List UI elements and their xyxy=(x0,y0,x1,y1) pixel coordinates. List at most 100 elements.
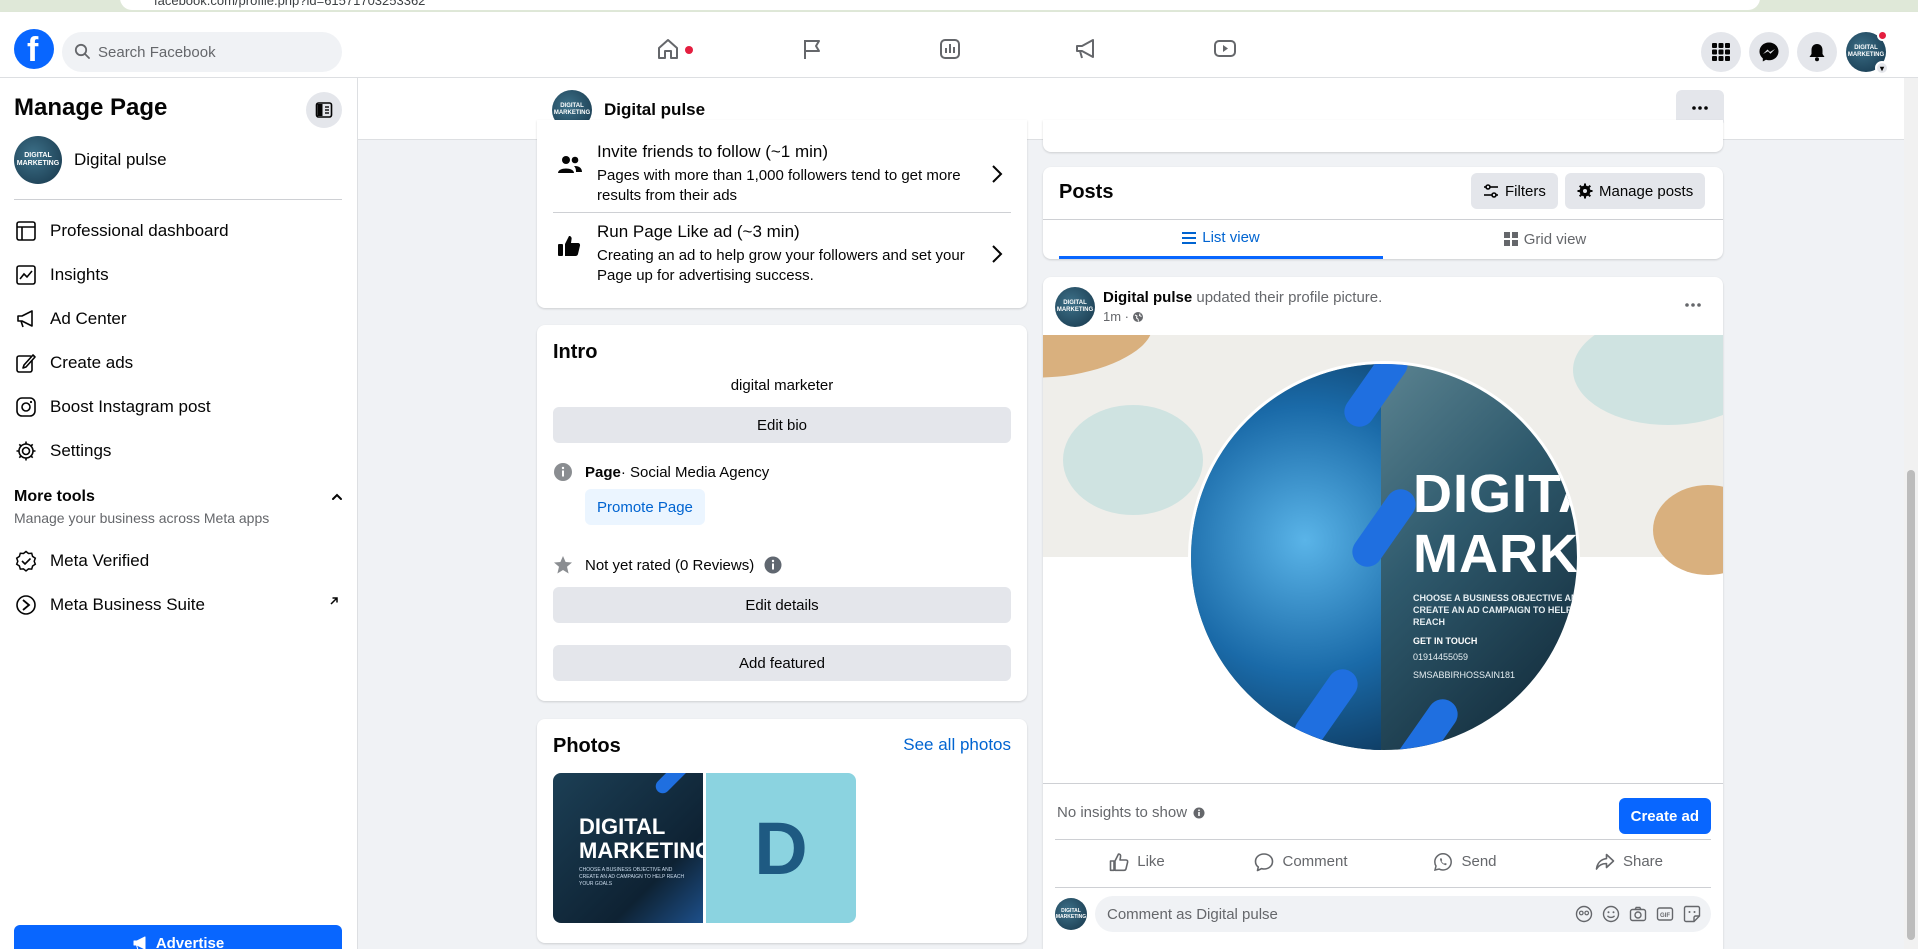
notifications-button[interactable] xyxy=(1797,32,1837,72)
task-run-page-like-ad[interactable]: Run Page Like ad (~3 min) Creating an ad… xyxy=(553,220,1011,298)
menu-button[interactable] xyxy=(1701,32,1741,72)
scrollbar-thumb[interactable] xyxy=(1907,470,1915,940)
gear-icon xyxy=(1577,183,1593,199)
like-button[interactable]: Like xyxy=(1055,840,1219,883)
photos-card: Photos See all photos DIGITAL MARKETING C… xyxy=(537,719,1027,943)
share-button[interactable]: Share xyxy=(1547,840,1711,883)
comment-input[interactable] xyxy=(1107,896,1547,932)
post-image[interactable]: DIGITALMARKE CHOOSE A BUSINESS OBJECTIVE… xyxy=(1043,335,1723,781)
info-icon[interactable] xyxy=(764,556,782,574)
image-get-in-touch: GET IN TOUCH xyxy=(1413,636,1478,646)
current-page-switcher[interactable]: DIGITAL MARKETING Digital pulse xyxy=(14,136,344,186)
post-author-avatar[interactable]: DIGITAL MARKETING xyxy=(1055,287,1095,327)
commenter-avatar[interactable]: DIGITAL MARKETING xyxy=(1055,898,1087,930)
intro-bio: digital marketer xyxy=(730,377,834,394)
intro-title: Intro xyxy=(553,341,598,363)
gif-icon[interactable]: GIF xyxy=(1656,905,1674,923)
grid-menu-icon xyxy=(1712,43,1730,61)
edit-bio-button[interactable]: Edit bio xyxy=(553,407,1011,443)
sidebar-item-label: Professional dashboard xyxy=(50,221,229,240)
facebook-logo[interactable]: f xyxy=(14,29,54,69)
send-button[interactable]: Send xyxy=(1383,840,1547,883)
photo-letter: D xyxy=(754,806,808,890)
task-invite-friends[interactable]: Invite friends to follow (~1 min) Pages … xyxy=(553,140,1011,218)
task-title: Invite friends to follow (~1 min) xyxy=(597,142,829,161)
advertise-button-label: Advertise xyxy=(155,934,225,949)
sidebar-item-meta-business-suite[interactable]: Meta Business Suite xyxy=(14,585,344,625)
sidebar-item-label: Create ads xyxy=(50,353,134,372)
sidebar-item-insights[interactable]: Insights xyxy=(14,255,344,295)
sidebar-item-boost-instagram[interactable]: Boost Instagram post xyxy=(14,387,344,427)
sidebar-collapse-icon xyxy=(315,102,333,118)
sidebar-item-settings[interactable]: Settings xyxy=(14,431,344,471)
grid-icon xyxy=(1503,232,1518,246)
star-icon xyxy=(553,555,573,575)
messenger-icon xyxy=(1759,42,1779,62)
chart-icon xyxy=(940,39,960,59)
add-featured-button[interactable]: Add featured xyxy=(553,645,1011,681)
chevron-up-icon[interactable] xyxy=(330,490,344,504)
task-description: Pages with more than 1,000 followers ten… xyxy=(597,167,961,204)
video-tab[interactable] xyxy=(1212,36,1252,66)
tab-grid-view[interactable]: Grid view xyxy=(1383,219,1707,259)
page-title[interactable]: Digital pulse xyxy=(604,100,705,120)
photo-thumbnail[interactable]: DIGITAL MARKETING CHOOSE A BUSINESS OBJEC… xyxy=(553,773,703,923)
sidebar-item-create-ads[interactable]: Create ads xyxy=(14,343,344,383)
collapse-sidebar-button[interactable] xyxy=(306,92,342,128)
more-tools-subtitle: Manage your business across Meta apps xyxy=(14,510,270,526)
advertise-button[interactable]: Advertise xyxy=(14,925,342,949)
intro-card: Intro digital marketer Edit bio Page · S… xyxy=(537,325,1027,701)
tab-list-view[interactable]: List view xyxy=(1059,219,1383,259)
whatsapp-icon xyxy=(1434,852,1453,871)
post-insights-row: No insights to show Create ad xyxy=(1043,783,1723,839)
home-notification-dot xyxy=(685,46,693,54)
more-tools-section[interactable]: More tools Manage your business across M… xyxy=(14,488,344,526)
manage-posts-button[interactable]: Manage posts xyxy=(1565,173,1706,209)
posts-title: Posts xyxy=(1059,181,1114,203)
rating-text: Not yet rated (0 Reviews) xyxy=(585,556,755,574)
like-label: Like xyxy=(1137,853,1165,870)
posts-header-card: Posts Filters Manage posts List view Gri… xyxy=(1043,167,1723,259)
promote-page-button[interactable]: Promote Page xyxy=(585,489,705,525)
post-timestamp[interactable]: 1m · xyxy=(1103,309,1129,324)
info-icon xyxy=(553,462,573,482)
filters-button[interactable]: Filters xyxy=(1471,173,1558,209)
camera-icon[interactable] xyxy=(1629,905,1647,923)
comment-composer: DIGITAL MARKETING GIF xyxy=(1055,887,1711,937)
browser-toolbar: facebook.com/profile.php?id=615717032533… xyxy=(0,0,1918,12)
sidebar-item-ad-center[interactable]: Ad Center xyxy=(14,299,344,339)
page-scrollbar[interactable] xyxy=(1904,78,1918,949)
account-avatar[interactable]: DIGITAL MARKETING ▾ xyxy=(1846,30,1889,75)
sidebar-item-professional-dashboard[interactable]: Professional dashboard xyxy=(14,211,344,251)
post-author-name[interactable]: Digital pulse xyxy=(1103,289,1192,306)
manage-posts-label: Manage posts xyxy=(1599,182,1694,200)
chevron-down-icon: ▾ xyxy=(1875,61,1889,75)
avatar-sticker-icon[interactable] xyxy=(1575,905,1593,923)
post-author-line: Digital pulse updated their profile pict… xyxy=(1103,289,1382,306)
ads-tab[interactable] xyxy=(1073,36,1113,66)
manage-page-sidebar: Manage Page DIGITAL MARKETING Digital pu… xyxy=(0,78,358,949)
share-label: Share xyxy=(1622,853,1664,870)
search-input[interactable] xyxy=(98,32,328,72)
edit-details-button[interactable]: Edit details xyxy=(553,587,1011,623)
post-action-text: updated their profile picture. xyxy=(1192,289,1383,306)
sticker-icon[interactable] xyxy=(1683,905,1701,923)
megaphone-icon xyxy=(133,936,146,949)
see-all-photos-link[interactable]: See all photos xyxy=(903,735,1011,755)
sidebar-item-meta-verified[interactable]: Meta Verified xyxy=(14,541,344,581)
comment-box[interactable]: GIF xyxy=(1095,896,1711,932)
photo-thumbnail[interactable]: D xyxy=(706,773,856,923)
share-icon xyxy=(1595,853,1615,870)
pages-tab[interactable] xyxy=(799,36,839,66)
search-box[interactable] xyxy=(62,32,342,72)
list-icon xyxy=(1182,231,1197,244)
messenger-button[interactable] xyxy=(1749,32,1789,72)
comment-button[interactable]: Comment xyxy=(1219,840,1383,883)
create-ad-button[interactable]: Create ad xyxy=(1618,798,1711,834)
gear-icon xyxy=(14,439,38,463)
emoji-icon[interactable] xyxy=(1602,905,1620,923)
insights-tab[interactable] xyxy=(937,36,977,66)
more-dots-icon xyxy=(1692,106,1708,110)
post-options-button[interactable] xyxy=(1675,287,1711,323)
bell-icon xyxy=(1809,44,1825,62)
